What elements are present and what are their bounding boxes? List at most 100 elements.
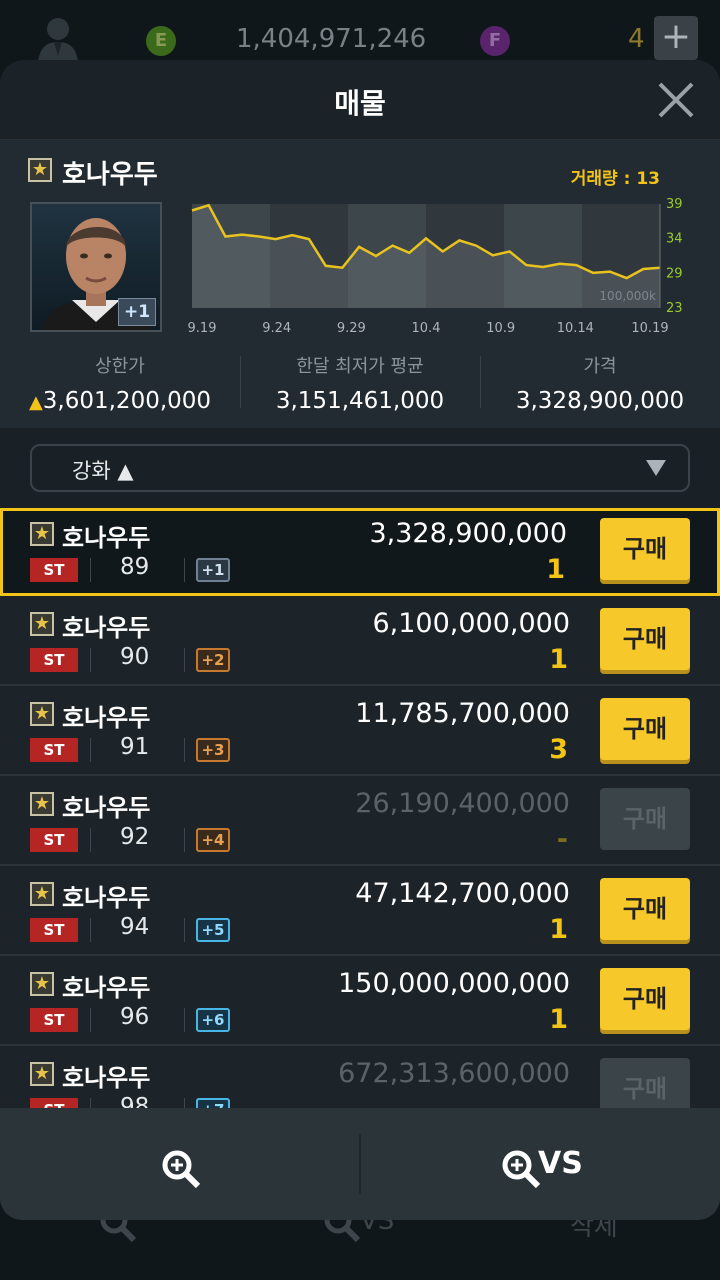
- row-divider: [184, 1008, 185, 1032]
- row-divider: [184, 918, 185, 942]
- buy-button[interactable]: 구매: [600, 878, 690, 940]
- buy-button: 구매: [600, 1058, 690, 1108]
- enhance-level-badge: +5: [196, 918, 230, 942]
- price-up-icon: ▲: [28, 392, 43, 413]
- listing-row[interactable]: ★ 호나우두 ST 98 +7 672,313,600,000 - 구매: [0, 1048, 720, 1108]
- chart-x-tick: 10.19: [631, 321, 668, 336]
- listing-player-name: 호나우두: [62, 704, 151, 732]
- listing-quantity: 1: [549, 644, 568, 675]
- price-history-chart: 39 34 29 23 9.19 9.24 9.29 10.4 10.9 10.14 10.19 10…: [188, 197, 683, 336]
- chart-y-tick: 34: [666, 232, 683, 247]
- player-name: 호나우두: [62, 160, 158, 190]
- enhance-level-badge: +3: [196, 738, 230, 762]
- listing-price: 3,328,900,000: [369, 518, 567, 549]
- row-divider: [184, 1098, 185, 1108]
- player-info-button[interactable]: [0, 1108, 358, 1220]
- listing-row[interactable]: ★ 호나우두 ST 94 +5 47,142,700,000 1 구매: [0, 868, 720, 956]
- chart-y-tick: 39: [666, 197, 683, 212]
- row-divider: [184, 738, 185, 762]
- e-currency-amount: 1,404,971,246: [236, 24, 427, 54]
- listing-row[interactable]: ★ 호나우두 ST 96 +6 150,000,000,000 1 구매: [0, 958, 720, 1046]
- star-badge-icon: ★: [28, 158, 52, 182]
- buy-button[interactable]: 구매: [600, 608, 690, 670]
- compare-vs-button[interactable]: VS: [362, 1108, 720, 1220]
- action-bar: VS: [0, 1108, 720, 1220]
- row-divider: [90, 558, 91, 582]
- position-badge: ST: [30, 1098, 78, 1108]
- trade-volume: 거래량 : 13: [570, 169, 660, 189]
- chart-x-tick: 10.14: [557, 321, 594, 336]
- listing-quantity: 3: [549, 734, 568, 765]
- buy-button[interactable]: 구매: [600, 968, 690, 1030]
- stat-upper-value: 3,601,200,000: [42, 388, 212, 414]
- stat-current-price: 가격 3,328,900,000: [480, 352, 720, 414]
- listing-row[interactable]: ★ 호나우두 ST 92 +4 26,190,400,000 - 구매: [0, 778, 720, 866]
- filter-section: 강화 ▲: [0, 428, 720, 508]
- listing-price: 26,190,400,000: [355, 788, 570, 819]
- position-badge: ST: [30, 558, 78, 582]
- enhance-level-badge: +6: [196, 1008, 230, 1032]
- buy-button: 구매: [600, 788, 690, 850]
- stat-average-value: 3,151,461,000: [275, 388, 445, 414]
- listing-player-name: 호나우두: [62, 974, 151, 1002]
- row-divider: [90, 738, 91, 762]
- listing-player-name: 호나우두: [62, 884, 151, 912]
- add-currency-button[interactable]: +: [654, 16, 698, 60]
- portrait-enhance-badge: +1: [118, 298, 156, 326]
- listing-row[interactable]: ★ 호나우두 ST 90 +2 6,100,000,000 1 구매: [0, 598, 720, 686]
- enhance-level-badge: +1: [196, 558, 230, 582]
- listing-row[interactable]: ★ 호나우두 ST 91 +3 11,785,700,000 3 구매: [0, 688, 720, 776]
- overall-rating: 89: [120, 554, 150, 580]
- overall-rating: 90: [120, 644, 150, 670]
- overall-rating: 91: [120, 734, 150, 760]
- chart-x-tick: 10.9: [486, 321, 515, 336]
- position-badge: ST: [30, 648, 78, 672]
- player-portrait: +1: [30, 202, 162, 332]
- close-icon[interactable]: [654, 78, 698, 122]
- enhance-level-badge: +7: [196, 1098, 230, 1108]
- zoom-in-icon: [162, 1150, 201, 1189]
- listing-price: 6,100,000,000: [372, 608, 570, 639]
- row-divider: [184, 828, 185, 852]
- chart-y-tick: 23: [666, 301, 683, 316]
- chart-x-tick: 9.19: [188, 321, 217, 336]
- row-divider: [90, 1008, 91, 1032]
- listing-price: 672,313,600,000: [338, 1058, 570, 1089]
- buy-button[interactable]: 구매: [600, 518, 690, 580]
- compare-vs-label: VS: [538, 1146, 583, 1181]
- position-badge: ST: [30, 1008, 78, 1032]
- listing-quantity: -: [557, 1094, 568, 1108]
- stat-price-value: 3,328,900,000: [515, 388, 685, 414]
- position-badge: ST: [30, 828, 78, 852]
- enhance-sort-label: 강화 ▲: [72, 459, 134, 483]
- row-divider: [90, 918, 91, 942]
- chart-x-tick: 9.29: [337, 321, 366, 336]
- manager-avatar-icon[interactable]: [34, 12, 82, 62]
- buy-button[interactable]: 구매: [600, 698, 690, 760]
- listing-quantity: 1: [549, 914, 568, 945]
- chart-x-tick: 9.24: [262, 321, 291, 336]
- overall-rating: 96: [120, 1004, 150, 1030]
- chart-unit-label: 100,000k: [599, 289, 656, 303]
- modal-header: 매물: [0, 60, 720, 140]
- position-badge: ST: [30, 918, 78, 942]
- star-badge-icon: ★: [30, 612, 54, 636]
- f-currency-amount: 4: [628, 24, 645, 54]
- action-bar-divider: [359, 1134, 361, 1194]
- listing-quantity: -: [556, 824, 568, 855]
- overall-rating: 94: [120, 914, 150, 940]
- listing-row[interactable]: ★ 호나우두 ST 89 +1 3,328,900,000 1 구매: [0, 508, 720, 596]
- enhance-sort-dropdown[interactable]: 강화 ▲: [30, 444, 690, 492]
- listing-price: 11,785,700,000: [355, 698, 570, 729]
- enhance-level-badge: +4: [196, 828, 230, 852]
- stat-price-label: 가격: [583, 356, 617, 377]
- stat-upper-limit: 상한가 ▲3,601,200,000: [0, 352, 240, 414]
- listing-quantity: 1: [549, 1004, 568, 1035]
- star-badge-icon: ★: [30, 882, 54, 906]
- modal-title: 매물: [334, 87, 386, 120]
- listing-list: ★ 호나우두 ST 89 +1 3,328,900,000 1 구매 ★ 호나우두 ST 90 +2 6,…: [0, 508, 720, 1108]
- row-divider: [90, 828, 91, 852]
- listing-price: 150,000,000,000: [338, 968, 570, 999]
- row-divider: [90, 1098, 91, 1108]
- e-currency-icon: E: [146, 26, 176, 56]
